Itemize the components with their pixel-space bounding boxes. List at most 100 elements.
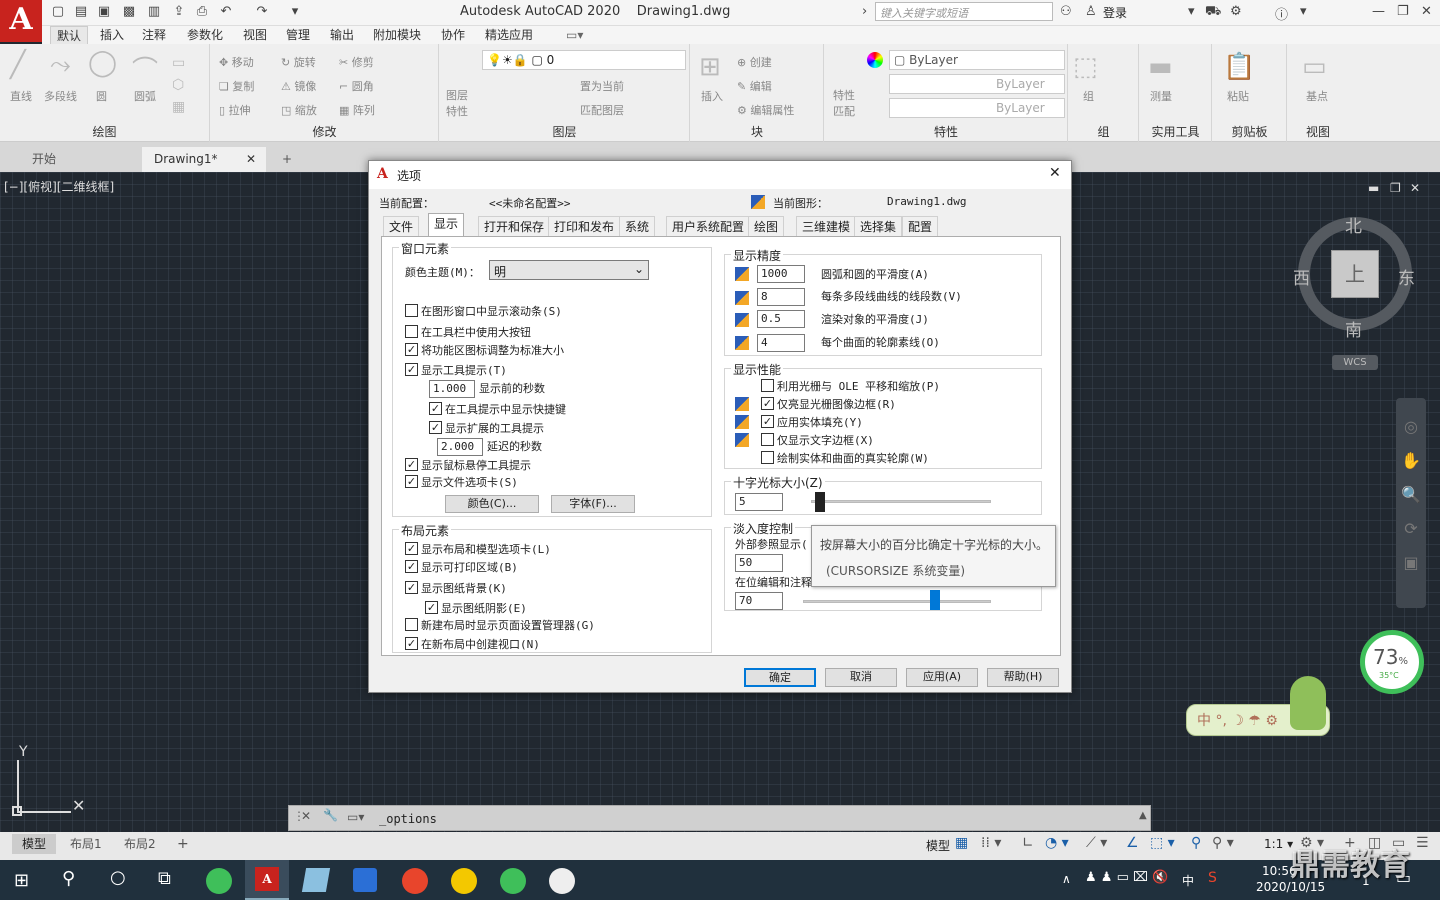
annotation-scale[interactable]: 1:1 ▾ xyxy=(1264,837,1293,851)
player-taskbar-icon[interactable] xyxy=(549,868,575,894)
base-point-icon[interactable]: ▭ xyxy=(1302,52,1327,82)
share-icon[interactable]: ⇪ xyxy=(171,4,187,20)
command-input[interactable]: _options xyxy=(379,812,437,826)
help-icon[interactable]: ⓘ xyxy=(1275,4,1288,23)
login-button[interactable]: 登录 xyxy=(1103,4,1127,21)
layout-model-tabs-checkbox[interactable]: ✓ xyxy=(405,542,418,555)
shape-tools-icon[interactable]: ▭ ⬡ ▦ xyxy=(172,52,185,118)
arc-icon[interactable]: ⌒ xyxy=(132,50,158,87)
doc-tab-start[interactable]: 开始 xyxy=(20,147,68,172)
snap-icon[interactable]: ⁞⁞ ▾ xyxy=(981,835,1001,851)
cmd-customize-icon[interactable]: 🔧 xyxy=(323,808,338,822)
contour-lines-input[interactable]: 4 xyxy=(757,334,805,352)
ribbon-tab-parametric[interactable]: 参数化 xyxy=(181,26,229,44)
circle-icon[interactable]: ◯ xyxy=(88,48,117,78)
tab-display[interactable]: 显示 xyxy=(428,213,465,236)
autocad-logo-button[interactable]: A xyxy=(0,0,42,42)
tab-profiles[interactable]: 配置 xyxy=(902,216,939,236)
print-icon[interactable]: ⎙ xyxy=(194,4,210,20)
tab-3d-modeling[interactable]: 三维建模 xyxy=(796,216,857,236)
browser-taskbar-icon[interactable] xyxy=(206,868,232,894)
tab-user-preferences[interactable]: 用户系统配置 xyxy=(666,216,751,236)
paste-button[interactable]: 粘贴 xyxy=(1227,88,1249,104)
binoculars-icon[interactable]: ⚇ xyxy=(1060,4,1072,19)
wps-taskbar-icon[interactable] xyxy=(353,868,377,892)
viewcube-east[interactable]: 东 xyxy=(1398,264,1415,289)
close-icon[interactable]: ✕ xyxy=(1421,4,1432,19)
crosshair-size-slider[interactable] xyxy=(815,492,825,512)
ortho-icon[interactable]: ∟ xyxy=(1022,835,1034,851)
ribbon-options-icon[interactable]: ▭▾ xyxy=(560,26,589,44)
move-tool[interactable]: ✥ 移动 xyxy=(219,54,254,70)
block-panel-title[interactable]: 块 xyxy=(691,123,823,140)
cancel-button[interactable]: 取消 xyxy=(825,668,897,687)
linetype-dropdown[interactable]: ByLayer xyxy=(889,74,1065,94)
show-tooltips-checkbox[interactable]: ✓ xyxy=(405,363,418,376)
raster-frame-checkbox[interactable]: ✓ xyxy=(761,397,774,410)
ribbon-tab-addins[interactable]: 附加模块 xyxy=(367,26,427,44)
undo-icon[interactable]: ↶ xyxy=(218,4,234,20)
cart-icon[interactable]: ⛟ xyxy=(1205,4,1221,21)
properties-panel-title[interactable]: 特性 xyxy=(825,123,1067,140)
customization-menu-icon[interactable]: ☰ xyxy=(1416,835,1429,851)
new-file-icon[interactable]: ▢ xyxy=(50,4,66,20)
object-snap-icon[interactable]: ⬚ ▾ xyxy=(1150,835,1175,851)
set-current-button[interactable]: 置为当前 xyxy=(580,78,624,94)
apply-button[interactable]: 应用(A) xyxy=(906,668,978,687)
inplace-fade-input[interactable]: 70 xyxy=(735,592,783,610)
ribbon-tab-insert[interactable]: 插入 xyxy=(94,26,130,44)
arc-smoothness-input[interactable]: 1000 xyxy=(757,265,805,283)
tab-plot-publish[interactable]: 打印和发布 xyxy=(548,216,621,236)
steering-wheel-icon[interactable]: ◎ xyxy=(1396,410,1426,444)
viewport-restore-icon[interactable]: ❐ xyxy=(1390,181,1401,195)
polyline-segments-input[interactable]: 8 xyxy=(757,288,805,306)
cmd-history-icon[interactable]: ▲ xyxy=(1139,810,1147,821)
scale-tool[interactable]: ◳ 缩放 xyxy=(281,102,317,118)
viewport-controls[interactable]: [−][俯视][二维线框] xyxy=(4,178,114,195)
match-layer-button[interactable]: 匹配图层 xyxy=(580,102,624,118)
xref-fade-input[interactable]: 50 xyxy=(735,554,783,572)
save-as-icon[interactable]: ▩ xyxy=(121,4,137,20)
stretch-tool[interactable]: ▯ 拉伸 xyxy=(219,102,251,118)
inplace-fade-track[interactable] xyxy=(803,600,991,603)
ribbon-tab-manage[interactable]: 管理 xyxy=(280,26,316,44)
circle-tool[interactable]: 圆 xyxy=(96,88,107,104)
layer-properties-button[interactable]: 图层 特性 xyxy=(446,88,468,120)
windows-start-icon[interactable]: ⊞ xyxy=(14,870,29,891)
autocad-taskbar-button[interactable]: A xyxy=(245,860,289,900)
wcs-menu[interactable]: WCS xyxy=(1332,355,1378,370)
dialog-close-icon[interactable]: ✕ xyxy=(1049,165,1061,181)
annotation-visibility-icon[interactable]: ⚲ xyxy=(1191,835,1201,851)
solid-fill-checkbox[interactable]: ✓ xyxy=(761,415,774,428)
color-dropdown[interactable]: ▢ ByLayer xyxy=(889,50,1065,70)
ok-button[interactable]: 确定 xyxy=(744,668,816,687)
object-snap-tracking-icon[interactable]: ∠ xyxy=(1126,835,1139,851)
viewport-minimize-icon[interactable]: ▬ xyxy=(1368,181,1379,195)
line-tool[interactable]: 直线 xyxy=(10,88,32,104)
colors-button[interactable]: 颜色(C)... xyxy=(445,495,539,513)
modify-panel-title[interactable]: 修改 xyxy=(211,123,438,140)
clipboard-panel-title[interactable]: 剪贴板 xyxy=(1213,123,1286,140)
paste-icon[interactable]: 📋 xyxy=(1223,52,1255,82)
tab-selection[interactable]: 选择集 xyxy=(854,216,903,236)
doc-tab-drawing1[interactable]: Drawing1* ✕ xyxy=(142,147,266,172)
color-theme-select[interactable]: 明 ⌄ xyxy=(489,260,649,280)
tooltip-seconds-input[interactable]: 1.000 xyxy=(429,380,475,398)
isodraft-icon[interactable]: ⟋ ▾ xyxy=(1086,835,1107,851)
ribbon-tab-featured[interactable]: 精选应用 xyxy=(479,26,539,44)
draw-panel-title[interactable]: 绘图 xyxy=(0,123,209,140)
tooltip-shortcuts-checkbox[interactable]: ✓ xyxy=(429,402,442,415)
autoscale-icon[interactable]: ⚲ ▾ xyxy=(1212,835,1234,851)
search-icon[interactable]: ⚲ xyxy=(62,868,75,889)
ribbon-tab-default[interactable]: 默认 xyxy=(50,26,89,44)
ribbon-tab-annotate[interactable]: 注释 xyxy=(136,26,172,44)
ribbon-tab-output[interactable]: 输出 xyxy=(324,26,360,44)
array-tool[interactable]: ▦ 阵列 xyxy=(339,102,375,118)
viewcube-west[interactable]: 西 xyxy=(1293,264,1310,289)
tray-ime[interactable]: 中 xyxy=(1182,872,1194,889)
save-icon[interactable]: ▣ xyxy=(96,4,112,20)
insert-block-icon[interactable]: ⊞ xyxy=(699,52,721,82)
task-view-icon[interactable]: ⧉ xyxy=(158,868,171,889)
lineweight-dropdown[interactable]: ByLayer xyxy=(889,98,1065,118)
user-icon[interactable]: ♙ xyxy=(1085,4,1097,19)
